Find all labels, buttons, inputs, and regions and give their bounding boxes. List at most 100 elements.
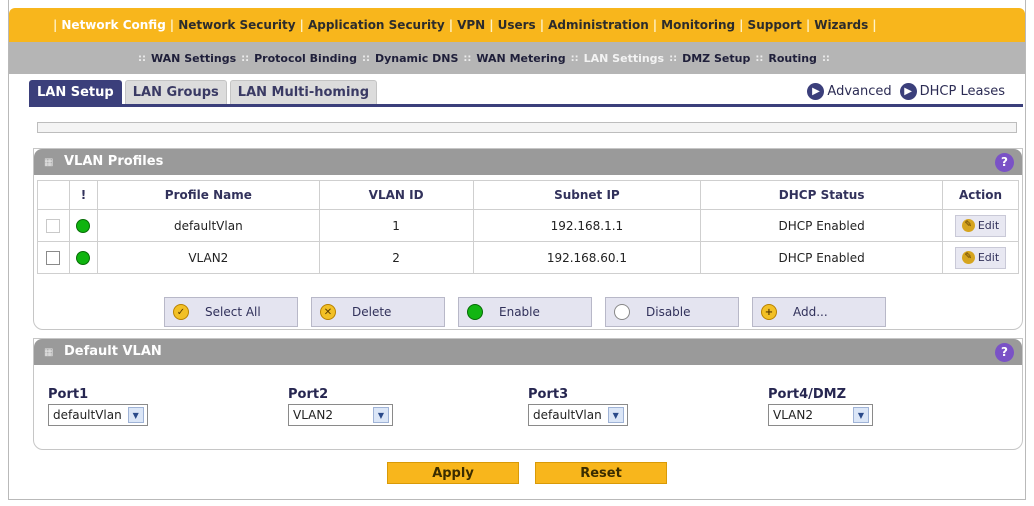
tab-lan-setup[interactable]: LAN Setup bbox=[29, 80, 122, 104]
profile-name-cell: defaultVlan bbox=[96, 209, 320, 242]
default-vlan-header: ▦ Default VLAN ? bbox=[34, 339, 1022, 365]
row-checkbox[interactable] bbox=[46, 250, 61, 265]
edit-button-label: Edit bbox=[977, 251, 1000, 264]
status-column-header: ! bbox=[68, 180, 98, 210]
help-icon[interactable]: ? bbox=[995, 343, 1014, 362]
submenu-routing[interactable]: Routing bbox=[768, 52, 817, 65]
submenu-protocol-binding[interactable]: Protocol Binding bbox=[254, 52, 357, 65]
vlan-id-cell: 1 bbox=[318, 209, 474, 242]
chevron-down-icon: ▼ bbox=[607, 407, 624, 423]
vlan-id-cell: 2 bbox=[318, 241, 474, 274]
grip-icon: ▦ bbox=[44, 347, 54, 358]
port1-select[interactable]: defaultVlan ▼ bbox=[48, 404, 148, 426]
tab-bar: LAN Setup LAN Groups LAN Multi-homing bbox=[29, 80, 380, 104]
submenu-wan-metering[interactable]: WAN Metering bbox=[476, 52, 565, 65]
port4-select[interactable]: VLAN2 ▼ bbox=[768, 404, 873, 426]
menu-administration[interactable]: Administration bbox=[548, 18, 649, 32]
port3-field: Port3 defaultVlan ▼ bbox=[528, 387, 768, 426]
menu-network-security[interactable]: Network Security bbox=[178, 18, 295, 32]
edit-button-label: Edit bbox=[977, 219, 1000, 232]
port1-label: Port1 bbox=[48, 387, 89, 402]
reset-button[interactable]: Reset bbox=[535, 462, 667, 484]
tab-lan-groups[interactable]: LAN Groups bbox=[124, 80, 227, 104]
add-label: Add... bbox=[793, 305, 828, 319]
tab-lan-multi-homing[interactable]: LAN Multi-homing bbox=[229, 80, 377, 104]
table-row: VLAN2 2 192.168.60.1 DHCP Enabled ✎ Edit bbox=[37, 241, 1020, 274]
vlan-profiles-panel: ▦ VLAN Profiles ? ! Profile Name VLAN ID… bbox=[33, 148, 1023, 330]
select-all-label: Select All bbox=[205, 305, 261, 319]
main-menu: | Network Config | Network Security | Ap… bbox=[9, 8, 1025, 42]
port-assignments: Port1 defaultVlan ▼ Port2 VLAN2 ▼ Port3 … bbox=[48, 387, 1008, 426]
arrow-right-icon: ▶ bbox=[807, 83, 825, 100]
dhcp-status-cell: DHCP Enabled bbox=[700, 209, 943, 242]
menu-support[interactable]: Support bbox=[748, 18, 802, 32]
default-vlan-panel: ▦ Default VLAN ? Port1 defaultVlan ▼ Por… bbox=[33, 338, 1023, 450]
enable-button[interactable]: Enable bbox=[458, 297, 592, 327]
add-button[interactable]: + Add... bbox=[752, 297, 886, 327]
port3-value: defaultVlan bbox=[533, 408, 602, 422]
submenu-lan-settings[interactable]: LAN Settings bbox=[584, 52, 664, 65]
tab-underline bbox=[29, 104, 1023, 107]
progress-bar bbox=[37, 122, 1017, 133]
disable-label: Disable bbox=[646, 305, 691, 319]
table-actions: ✓ Select All ✕ Delete Enable Disable + A… bbox=[164, 297, 899, 327]
app-frame: | Network Config | Network Security | Ap… bbox=[8, 0, 1026, 500]
delete-icon: ✕ bbox=[320, 304, 336, 320]
edit-button[interactable]: ✎ Edit bbox=[954, 246, 1007, 269]
table-header-row: ! Profile Name VLAN ID Subnet IP DHCP St… bbox=[37, 180, 1020, 210]
submenu-dmz-setup[interactable]: DMZ Setup bbox=[682, 52, 750, 65]
port2-select[interactable]: VLAN2 ▼ bbox=[288, 404, 393, 426]
port3-label: Port3 bbox=[528, 387, 569, 402]
page-links: ▶ Advanced ▶ DHCP Leases bbox=[799, 83, 1005, 100]
port1-field: Port1 defaultVlan ▼ bbox=[48, 387, 288, 426]
vlan-id-column-header: VLAN ID bbox=[318, 180, 474, 210]
menu-application-security[interactable]: Application Security bbox=[308, 18, 445, 32]
port4-field: Port4/DMZ VLAN2 ▼ bbox=[768, 387, 1008, 426]
sub-menu: :: WAN Settings :: Protocol Binding :: D… bbox=[9, 42, 1025, 74]
default-vlan-title: Default VLAN bbox=[63, 344, 162, 359]
select-all-button[interactable]: ✓ Select All bbox=[164, 297, 298, 327]
enable-dot-icon bbox=[467, 304, 483, 320]
delete-button[interactable]: ✕ Delete bbox=[311, 297, 445, 327]
submenu-wan-settings[interactable]: WAN Settings bbox=[151, 52, 236, 65]
check-icon: ✓ bbox=[173, 304, 189, 320]
menu-users[interactable]: Users bbox=[498, 18, 536, 32]
vlan-profiles-title: VLAN Profiles bbox=[63, 154, 164, 169]
vlan-profiles-table: ! Profile Name VLAN ID Subnet IP DHCP St… bbox=[37, 180, 1020, 274]
port2-label: Port2 bbox=[288, 387, 329, 402]
chevron-down-icon: ▼ bbox=[853, 407, 869, 423]
menu-wizards[interactable]: Wizards bbox=[814, 18, 868, 32]
port2-value: VLAN2 bbox=[293, 408, 333, 422]
status-enabled-icon bbox=[76, 250, 91, 265]
form-buttons: Apply Reset bbox=[387, 462, 683, 484]
dhcp-leases-link[interactable]: ▶ DHCP Leases bbox=[899, 83, 1005, 100]
table-row: defaultVlan 1 192.168.1.1 DHCP Enabled ✎… bbox=[37, 209, 1020, 242]
select-column-header bbox=[37, 180, 70, 210]
apply-button[interactable]: Apply bbox=[387, 462, 519, 484]
profile-name-cell: VLAN2 bbox=[96, 241, 320, 274]
submenu-dynamic-dns[interactable]: Dynamic DNS bbox=[375, 52, 458, 65]
port3-select[interactable]: defaultVlan ▼ bbox=[528, 404, 628, 426]
port1-value: defaultVlan bbox=[53, 408, 122, 422]
chevron-down-icon: ▼ bbox=[373, 407, 389, 423]
disable-dot-icon bbox=[614, 304, 630, 320]
chevron-down-icon: ▼ bbox=[127, 407, 144, 423]
row-checkbox[interactable] bbox=[46, 218, 61, 233]
subnet-ip-column-header: Subnet IP bbox=[472, 180, 702, 210]
edit-button[interactable]: ✎ Edit bbox=[954, 214, 1007, 237]
dhcp-status-column-header: DHCP Status bbox=[700, 180, 943, 210]
profile-name-column-header: Profile Name bbox=[96, 180, 320, 210]
status-enabled-icon bbox=[76, 218, 91, 233]
port4-value: VLAN2 bbox=[773, 408, 813, 422]
dhcp-leases-link-label: DHCP Leases bbox=[919, 84, 1005, 99]
menu-network-config[interactable]: Network Config bbox=[61, 18, 165, 32]
pencil-icon: ✎ bbox=[961, 219, 975, 232]
advanced-link-label: Advanced bbox=[827, 84, 892, 99]
menu-monitoring[interactable]: Monitoring bbox=[661, 18, 735, 32]
menu-vpn[interactable]: VPN bbox=[457, 18, 485, 32]
subnet-ip-cell: 192.168.60.1 bbox=[472, 241, 702, 274]
action-column-header: Action bbox=[941, 180, 1020, 210]
help-icon[interactable]: ? bbox=[995, 153, 1014, 172]
disable-button[interactable]: Disable bbox=[605, 297, 739, 327]
advanced-link[interactable]: ▶ Advanced bbox=[807, 83, 892, 100]
